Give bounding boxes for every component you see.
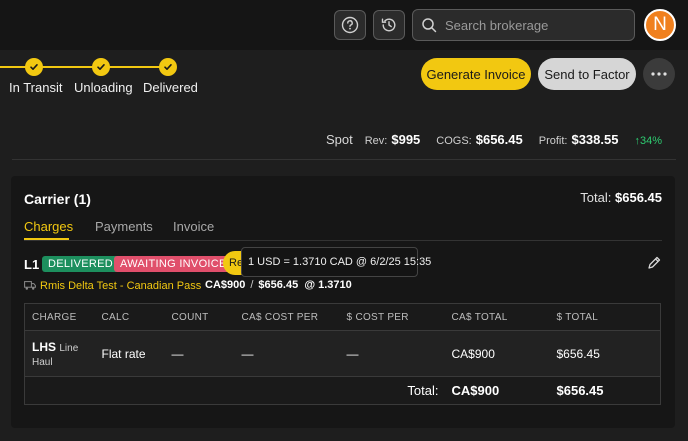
charges-table: CHARGE CALC COUNT CA$ COST PER $ COST PE…	[24, 303, 661, 405]
more-horizontal-icon	[651, 72, 667, 76]
calc-cell: Flat rate	[94, 330, 165, 377]
carrier-name-link[interactable]: Rmis Delta Test - Canadian Pass	[40, 280, 201, 292]
table-total-label: Total:	[24, 376, 445, 405]
carrier-total-label: Total:	[580, 190, 612, 205]
search-icon	[422, 18, 437, 33]
col-calc: CALC	[94, 303, 165, 331]
tabs-divider	[24, 240, 662, 241]
carrier-total: Total: $656.45	[580, 190, 662, 205]
tab-payments[interactable]: Payments	[95, 219, 153, 234]
step-label-unloading: Unloading	[74, 80, 133, 95]
divider	[12, 159, 676, 160]
col-usd-total: $ TOTAL	[549, 303, 661, 331]
status-badge-delivered: DELIVERED	[42, 256, 120, 272]
col-cad-cost-per: CA$ COST PER	[234, 303, 340, 331]
rev-value: $995	[391, 132, 421, 147]
col-usd-cost-per: $ COST PER	[339, 303, 445, 331]
help-icon	[341, 16, 359, 34]
rev-label: Rev:	[364, 135, 388, 147]
charge-code: LHS	[32, 339, 56, 354]
top-bar: Search brokerage N	[0, 0, 688, 50]
truck-icon	[24, 281, 36, 290]
profit-label: Profit:	[538, 135, 568, 147]
table-row[interactable]: LHS Line Haul Flat rate — — — CA$900 $65…	[24, 330, 661, 377]
cogs-label: COGS:	[436, 135, 472, 147]
history-icon	[381, 18, 396, 32]
help-button[interactable]	[334, 10, 366, 40]
generate-invoice-button[interactable]: Generate Invoice	[421, 58, 531, 90]
col-count: COUNT	[164, 303, 235, 331]
profit-value: $338.55	[571, 132, 619, 147]
rate-separator: /	[250, 279, 254, 291]
table-total-row: Total: CA$900 $656.45	[24, 376, 661, 405]
step-complete-icon	[25, 58, 43, 76]
financial-summary: Spot Rev: $995 COGS: $656.45 Profit: $33…	[326, 132, 662, 147]
charge-desc-haul: Haul	[32, 356, 53, 368]
carrier-card: Carrier (1) Total: $656.45 Charges Payme…	[11, 176, 675, 428]
search-field[interactable]: Search brokerage	[412, 9, 635, 41]
usd-amount: $656.45	[258, 279, 299, 291]
step-complete-icon	[92, 58, 110, 76]
rate-summary: CA$900 / $656.45 @ 1.3710	[205, 279, 352, 291]
exchange-rate: @ 1.3710	[304, 279, 352, 291]
tab-invoice[interactable]: Invoice	[173, 219, 214, 234]
step-label-in-transit: In Transit	[9, 80, 63, 95]
exchange-rate-tooltip: 1 USD = 1.3710 CAD @ 6/2/25 15:35	[241, 247, 431, 277]
tab-charges[interactable]: Charges	[24, 219, 73, 234]
carrier-total-value: $656.45	[615, 190, 662, 205]
history-button[interactable]	[373, 10, 405, 40]
load-id: L1	[24, 257, 40, 272]
charge-cell: LHS Line Haul	[24, 330, 95, 377]
cad-total-cell: CA$900	[444, 330, 550, 377]
status-badge-awaiting-invoice: AWAITING INVOICE	[114, 256, 233, 272]
load-type: Spot	[325, 132, 353, 147]
table-total-usd: $656.45	[549, 376, 661, 405]
profit-percent: ↑34%	[634, 135, 662, 147]
step-label-delivered: Delivered	[143, 80, 198, 95]
avatar[interactable]: N	[644, 9, 676, 41]
col-cad-total: CA$ TOTAL	[444, 303, 550, 331]
step-complete-icon	[159, 58, 177, 76]
cad-amount: CA$900	[205, 279, 246, 291]
carrier-title: Carrier (1)	[24, 191, 91, 207]
cad-cost-per-cell: —	[234, 330, 340, 377]
cogs-value: $656.45	[475, 132, 523, 147]
send-to-factor-button[interactable]: Send to Factor	[538, 58, 636, 90]
edit-icon[interactable]	[646, 255, 662, 271]
col-charge: CHARGE	[24, 303, 95, 331]
charge-desc-line: Line	[59, 342, 79, 354]
usd-cost-per-cell: —	[339, 330, 445, 377]
more-options-button[interactable]	[643, 58, 675, 90]
search-input[interactable]: Search brokerage	[445, 18, 548, 33]
usd-total-cell: $656.45	[549, 330, 661, 377]
count-cell: —	[164, 330, 235, 377]
table-total-cad: CA$900	[444, 376, 550, 405]
table-header-row: CHARGE CALC COUNT CA$ COST PER $ COST PE…	[24, 303, 661, 331]
